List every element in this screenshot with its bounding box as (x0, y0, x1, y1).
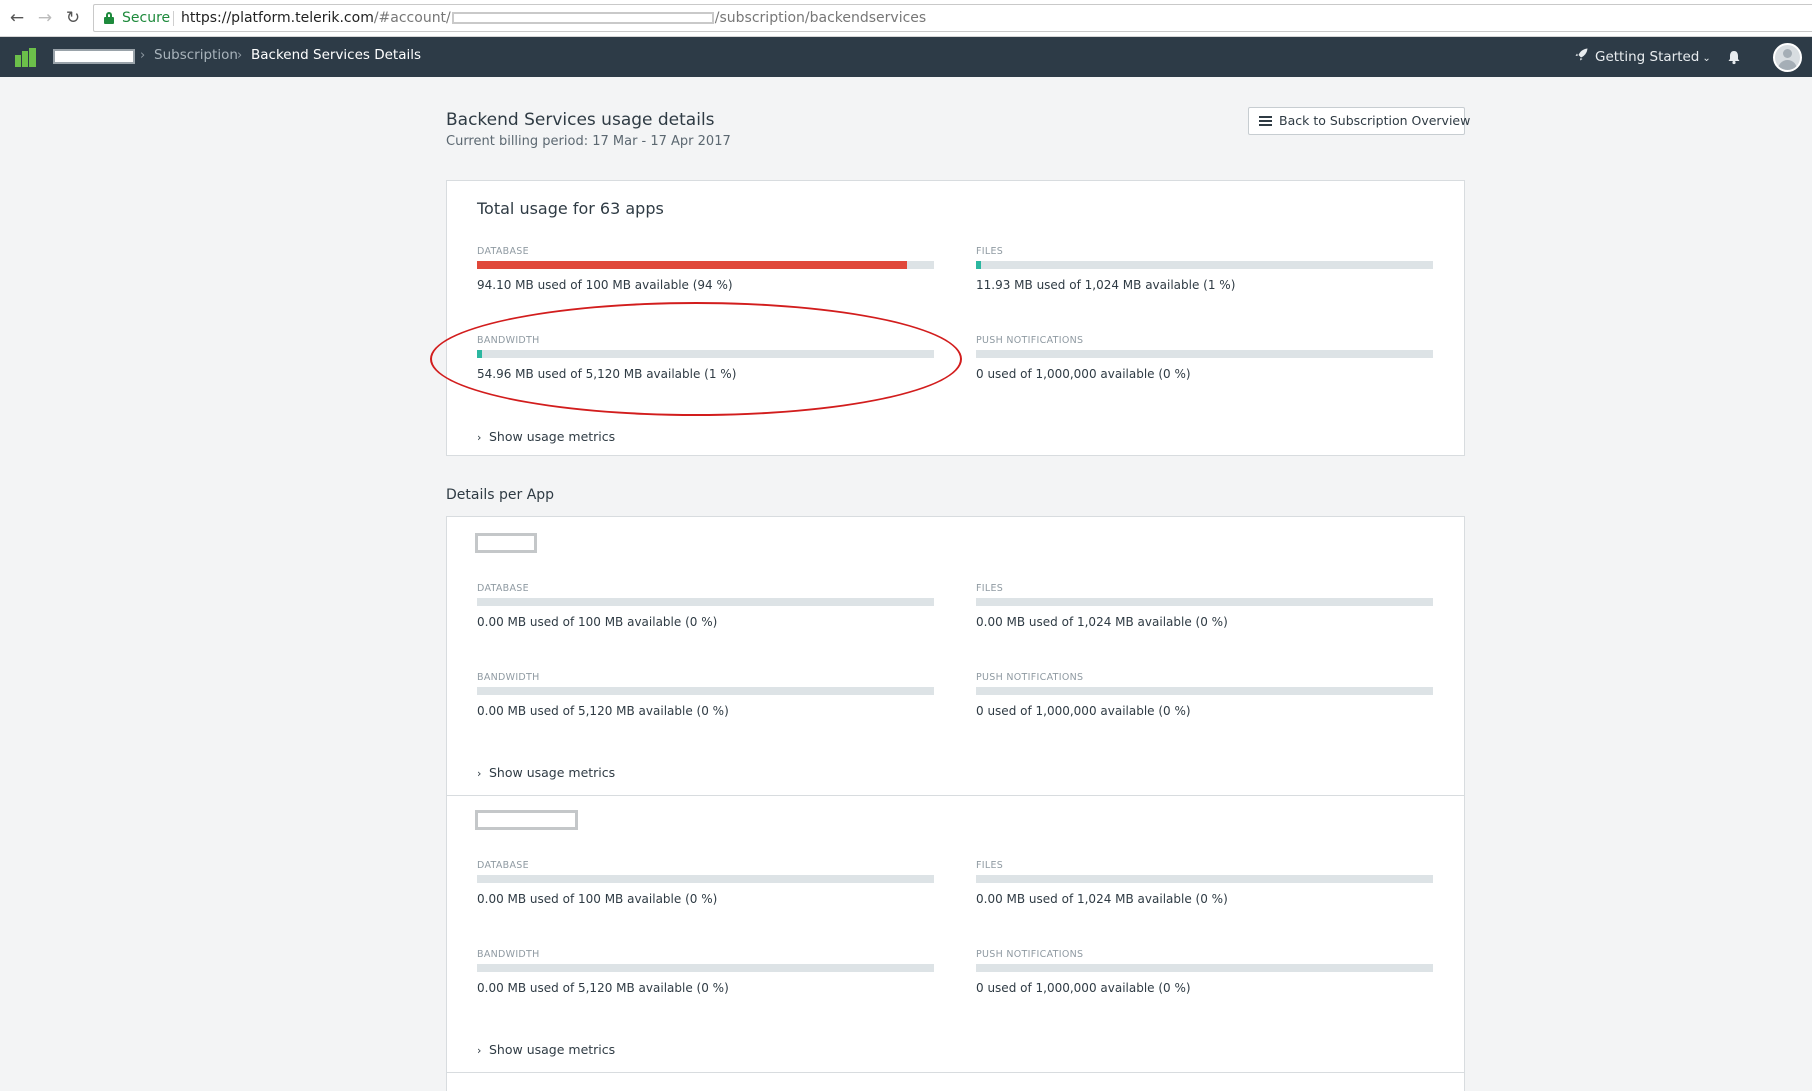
app-divider (447, 795, 1464, 796)
metric-label: DATABASE (477, 860, 529, 871)
show-usage-metrics-toggle[interactable]: › Show usage metrics (477, 765, 615, 780)
address-bar[interactable]: Secure https://platform.telerik.com/#acc… (93, 4, 1812, 32)
show-metrics-label: Show usage metrics (489, 429, 616, 444)
getting-started-menu[interactable]: Getting Started ⌄ (1575, 46, 1711, 68)
breadcrumb-current: Backend Services Details (251, 47, 422, 63)
metric-text: 0.00 MB used of 5,120 MB available (0 %) (477, 981, 729, 995)
metric-text: 0.00 MB used of 1,024 MB available (0 %) (976, 615, 1228, 629)
push-usage-bar (976, 687, 1433, 695)
breadcrumb-separator-icon: › (237, 48, 243, 63)
avatar[interactable] (1773, 43, 1802, 72)
files-usage-bar (976, 261, 1433, 269)
address-divider (173, 11, 174, 26)
page-title: Backend Services usage details (446, 110, 715, 130)
back-button-label: Back to Subscription Overview (1279, 113, 1471, 128)
show-usage-metrics-toggle[interactable]: › Show usage metrics (477, 429, 615, 444)
metric-label: BANDWIDTH (477, 672, 540, 683)
metric-text: 0 used of 1,000,000 available (0 %) (976, 981, 1191, 995)
total-usage-title: Total usage for 63 apps (477, 199, 664, 218)
show-metrics-label: Show usage metrics (489, 1042, 616, 1057)
bandwidth-usage-bar (477, 964, 934, 972)
app-divider (447, 1072, 1464, 1073)
back-arrow-icon[interactable]: ← (6, 7, 28, 29)
files-usage-bar (976, 598, 1433, 606)
chevron-right-icon: › (477, 1044, 482, 1057)
lock-icon (104, 12, 114, 24)
forward-arrow-icon[interactable]: → (34, 7, 56, 29)
getting-started-label: Getting Started (1595, 49, 1700, 65)
metric-text: 0.00 MB used of 1,024 MB available (0 %) (976, 892, 1228, 906)
redacted-app-name (475, 810, 578, 830)
push-usage-bar (976, 350, 1433, 358)
metric-text: 0 used of 1,000,000 available (0 %) (976, 367, 1191, 381)
metric-text: 54.96 MB used of 5,120 MB available (1 %… (477, 367, 737, 381)
bar-fill (976, 261, 981, 269)
metric-label: DATABASE (477, 246, 529, 257)
bandwidth-usage-bar (477, 350, 934, 358)
breadcrumb-separator-icon: › (140, 48, 146, 63)
url-suffix: /subscription/backendservices (714, 10, 927, 26)
rocket-icon (1575, 46, 1589, 68)
push-usage-bar (976, 964, 1433, 972)
metric-text: 0 used of 1,000,000 available (0 %) (976, 704, 1191, 718)
back-to-subscription-button[interactable]: Back to Subscription Overview (1248, 107, 1470, 135)
bar-fill (477, 350, 482, 358)
metric-text: 0.00 MB used of 100 MB available (0 %) (477, 615, 718, 629)
bandwidth-usage-bar (477, 687, 934, 695)
list-icon (1259, 116, 1272, 127)
metric-text: 0.00 MB used of 5,120 MB available (0 %) (477, 704, 729, 718)
bar-fill (477, 261, 907, 269)
reload-icon[interactable]: ↻ (62, 7, 84, 29)
metric-label: DATABASE (477, 583, 529, 594)
redacted-account-id (451, 12, 714, 24)
secure-label: Secure (122, 10, 171, 26)
show-metrics-label: Show usage metrics (489, 765, 616, 780)
database-usage-bar (477, 261, 934, 269)
metric-label: PUSH NOTIFICATIONS (976, 672, 1084, 683)
url-prefix: https://platform.telerik.com (181, 10, 374, 26)
details-per-app-heading: Details per App (446, 487, 555, 503)
metric-label: PUSH NOTIFICATIONS (976, 949, 1084, 960)
database-usage-bar (477, 598, 934, 606)
metric-label: FILES (976, 860, 1004, 871)
metric-label: PUSH NOTIFICATIONS (976, 335, 1084, 346)
metric-text: 0.00 MB used of 100 MB available (0 %) (477, 892, 718, 906)
metric-label: FILES (976, 583, 1004, 594)
metric-text: 94.10 MB used of 100 MB available (94 %) (477, 278, 733, 292)
billing-period: Current billing period: 17 Mar - 17 Apr … (446, 134, 731, 149)
bell-icon[interactable] (1723, 46, 1745, 68)
url-text: https://platform.telerik.com/#account/ /s… (181, 5, 926, 31)
metric-label: BANDWIDTH (477, 335, 540, 346)
app-header: › Subscription › Backend Services Detail… (0, 37, 1812, 77)
redacted-app-name (475, 533, 537, 553)
show-usage-metrics-toggle[interactable]: › Show usage metrics (477, 1042, 615, 1057)
telerik-logo-icon[interactable] (15, 48, 37, 67)
files-usage-bar (976, 875, 1433, 883)
breadcrumb-subscription[interactable]: Subscription (154, 47, 238, 63)
chevron-right-icon: › (477, 431, 482, 444)
metric-label: BANDWIDTH (477, 949, 540, 960)
redacted-account-crumb[interactable] (53, 49, 135, 64)
metric-text: 11.93 MB used of 1,024 MB available (1 %… (976, 278, 1236, 292)
browser-toolbar: ← → ↻ Secure https://platform.telerik.co… (0, 0, 1812, 37)
chevron-right-icon: › (477, 767, 482, 780)
apps-card: DATABASE 0.00 MB used of 100 MB availabl… (446, 516, 1465, 1091)
database-usage-bar (477, 875, 934, 883)
total-usage-card: Total usage for 63 apps DATABASE 94.10 M… (446, 180, 1465, 456)
metric-label: FILES (976, 246, 1004, 257)
chevron-down-icon: ⌄ (1702, 53, 1711, 64)
url-mid: /#account/ (373, 10, 451, 26)
